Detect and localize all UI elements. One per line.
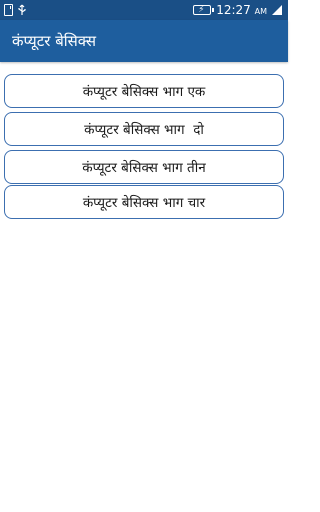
- status-left: [4, 4, 28, 16]
- status-right: ⚡ 12:27 AM: [193, 3, 282, 17]
- part-two-label: कंप्यूटर बेसिक्स भाग दो: [84, 122, 204, 138]
- usb-icon: [18, 4, 26, 15]
- part-two-button[interactable]: कंप्यूटर बेसिक्स भाग दो: [4, 112, 284, 146]
- part-four-button[interactable]: कंप्यूटर बेसिक्स भाग चार: [4, 185, 284, 219]
- status-bar: ⚡ 12:27 AM: [0, 0, 288, 20]
- clock-ampm: AM: [254, 7, 267, 16]
- clock: 12:27 AM: [216, 3, 267, 17]
- part-one-label: कंप्यूटर बेसिक्स भाग एक: [82, 84, 206, 100]
- part-one-button[interactable]: कंप्यूटर बेसिक्स भाग एक: [4, 74, 284, 108]
- app-bar: कंप्यूटर बेसिक्स: [0, 20, 288, 62]
- bolt-icon: ⚡: [198, 5, 205, 15]
- part-four-label: कंप्यूटर बेसिक्स भाग चार: [82, 195, 206, 211]
- battery-charging-icon: ⚡: [193, 5, 215, 15]
- signal-icon: [272, 5, 282, 15]
- app-title: कंप्यूटर बेसिक्स: [12, 32, 97, 50]
- sd-card-icon: [4, 4, 13, 16]
- clock-time: 12:27: [216, 3, 251, 17]
- part-three-label: कंप्यूटर बेसिक्स भाग तीन: [82, 160, 206, 176]
- part-three-button[interactable]: कंप्यूटर बेसिक्स भाग तीन: [4, 150, 284, 184]
